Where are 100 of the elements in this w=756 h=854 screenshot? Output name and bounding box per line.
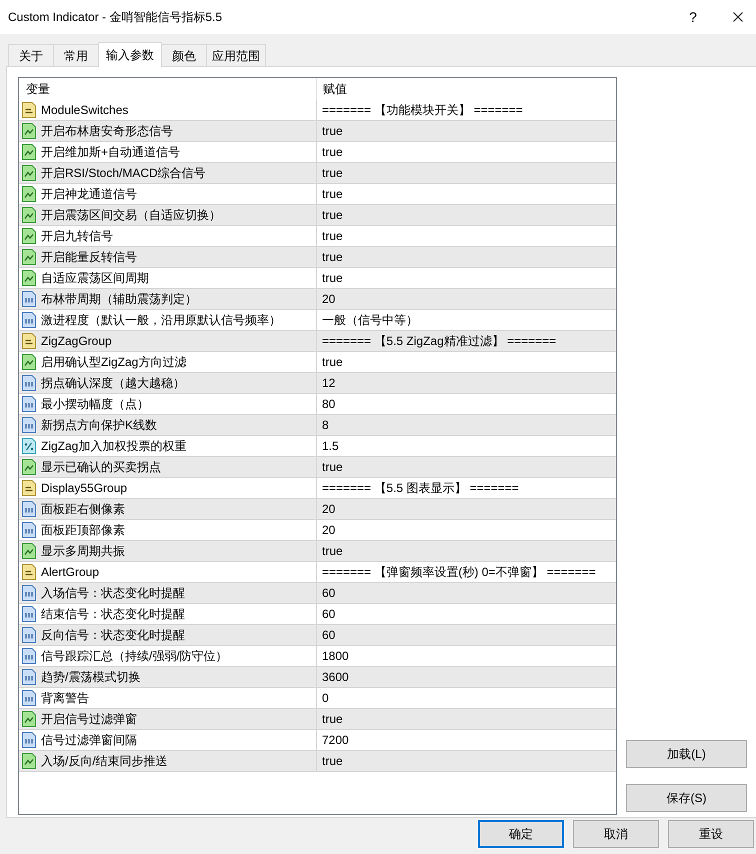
window-title: Custom Indicator - 金哨智能信号指标5.5 <box>7 9 222 26</box>
parameter-value: true <box>322 228 343 245</box>
parameter-row[interactable]: ZigZagGroup ======= 【5.5 ZigZag精准过滤】 ======= <box>19 331 616 352</box>
parameter-value: true <box>322 207 343 224</box>
parameter-name: 最小摆动幅度（点） <box>41 396 149 413</box>
parameter-row[interactable]: 布林带周期（辅助震荡判定） 20 <box>19 289 616 310</box>
parameter-name: 面板距顶部像素 <box>41 522 125 539</box>
parameter-row[interactable]: 结束信号：状态变化时提醒 60 <box>19 604 616 625</box>
save-button[interactable]: 保存(S) <box>626 784 747 812</box>
number-type-icon <box>22 627 36 643</box>
parameter-row[interactable]: ZigZag加入加权投票的权重 1.5 <box>19 436 616 457</box>
text-type-icon <box>22 480 36 496</box>
parameter-row[interactable]: Display55Group ======= 【5.5 图表显示】 ======= <box>19 478 616 499</box>
parameter-value: 80 <box>322 396 336 413</box>
parameter-name: 开启布林唐安奇形态信号 <box>41 123 173 140</box>
parameter-row[interactable]: 入场信号：状态变化时提醒 60 <box>19 583 616 604</box>
text-type-icon <box>22 564 36 580</box>
parameter-value: 60 <box>322 606 336 623</box>
chart-icon <box>22 207 36 223</box>
parameter-row[interactable]: ModuleSwitches ======= 【功能模块开关】 ======= <box>19 100 616 121</box>
chart-icon <box>22 249 36 265</box>
parameter-value: 一般（信号中等） <box>322 312 418 329</box>
parameter-row[interactable]: 入场/反向/结束同步推送 true <box>19 751 616 772</box>
parameter-name: 结束信号：状态变化时提醒 <box>41 606 185 623</box>
parameter-row[interactable]: 最小摆动幅度（点） 80 <box>19 394 616 415</box>
parameter-name: 面板距右侧像素 <box>41 501 125 518</box>
parameter-row[interactable]: 信号过滤弹窗间隔 7200 <box>19 730 616 751</box>
parameter-name: 拐点确认深度（越大越稳） <box>41 375 185 392</box>
number-type-icon <box>22 375 36 391</box>
parameter-row[interactable]: 开启九转信号 true <box>19 226 616 247</box>
tab[interactable]: 应用范围 <box>206 44 266 66</box>
help-button[interactable]: ? <box>678 0 708 34</box>
parameter-value: 60 <box>322 627 336 644</box>
parameter-row[interactable]: 信号跟踪汇总（持续/强弱/防守位） 1800 <box>19 646 616 667</box>
number-type-icon <box>22 501 36 517</box>
parameter-value: true <box>322 753 343 770</box>
parameter-row[interactable]: 显示多周期共振 true <box>19 541 616 562</box>
parameter-name: 趋势/震荡模式切换 <box>41 669 140 686</box>
parameter-name: AlertGroup <box>41 564 100 581</box>
chart-icon <box>22 165 36 181</box>
parameter-row[interactable]: AlertGroup ======= 【弹窗频率设置(秒) 0=不弹窗】 ======= <box>19 562 616 583</box>
parameter-row[interactable]: 反向信号：状态变化时提醒 60 <box>19 625 616 646</box>
column-header: 变量 <box>26 81 50 98</box>
ok-button[interactable]: 确定 <box>478 820 564 848</box>
parameter-value: true <box>322 144 343 161</box>
parameter-row[interactable]: 新拐点方向保护K线数 8 <box>19 415 616 436</box>
text-type-icon <box>22 333 36 349</box>
parameter-row[interactable]: 背离警告 0 <box>19 688 616 709</box>
parameter-value: 0 <box>322 690 329 707</box>
parameter-name: 新拐点方向保护K线数 <box>41 417 158 434</box>
parameter-name: 开启神龙通道信号 <box>41 186 137 203</box>
text-type-icon <box>22 102 36 118</box>
parameter-row[interactable]: 开启能量反转信号 true <box>19 247 616 268</box>
chart-icon <box>22 543 36 559</box>
parameter-row[interactable]: 显示已确认的买卖拐点 true <box>19 457 616 478</box>
parameter-value: 60 <box>322 585 336 602</box>
parameter-value: true <box>322 186 343 203</box>
parameter-row[interactable]: 开启维加斯+自动通道信号 true <box>19 142 616 163</box>
cancel-button[interactable]: 取消 <box>573 820 659 848</box>
parameter-name: 开启九转信号 <box>41 228 113 245</box>
parameter-row[interactable]: 启用确认型ZigZag方向过滤 true <box>19 352 616 373</box>
parameter-name: ModuleSwitches <box>41 102 128 119</box>
parameter-name: 反向信号：状态变化时提醒 <box>41 627 185 644</box>
parameter-name: ZigZagGroup <box>41 333 112 350</box>
parameter-row[interactable]: 激进程度（默认一般，沿用原默认信号频率） 一般（信号中等） <box>19 310 616 331</box>
parameter-row[interactable]: 面板距顶部像素 20 <box>19 520 616 541</box>
parameter-row[interactable]: 拐点确认深度（越大越稳） 12 <box>19 373 616 394</box>
parameter-row[interactable]: 开启布林唐安奇形态信号 true <box>19 121 616 142</box>
parameter-value: ======= 【功能模块开关】 ======= <box>322 102 523 119</box>
parameter-value: 20 <box>322 522 336 539</box>
tab[interactable]: 输入参数 <box>98 42 162 67</box>
parameter-row[interactable]: 面板距右侧像素 20 <box>19 499 616 520</box>
parameter-row[interactable]: 开启信号过滤弹窗 true <box>19 709 616 730</box>
tab[interactable]: 关于 <box>8 44 54 66</box>
parameter-value: 7200 <box>322 732 349 749</box>
chart-icon <box>22 459 36 475</box>
close-icon <box>733 12 743 22</box>
parameter-name: 显示已确认的买卖拐点 <box>41 459 161 476</box>
number-type-icon <box>22 522 36 538</box>
reset-button[interactable]: 重设 <box>668 820 754 848</box>
parameter-value: ======= 【弹窗频率设置(秒) 0=不弹窗】 ======= <box>322 564 596 581</box>
number-type-icon <box>22 606 36 622</box>
number-type-icon <box>22 648 36 664</box>
parameter-row[interactable]: 自适应震荡区间周期 true <box>19 268 616 289</box>
parameter-row[interactable]: 开启神龙通道信号 true <box>19 184 616 205</box>
parameter-name: 显示多周期共振 <box>41 543 125 560</box>
parameter-name: 入场信号：状态变化时提醒 <box>41 585 185 602</box>
parameter-row[interactable]: 开启RSI/Stoch/MACD综合信号 true <box>19 163 616 184</box>
parameter-value: 1.5 <box>322 438 339 455</box>
parameter-row[interactable]: 开启震荡区间交易（自适应切换） true <box>19 205 616 226</box>
parameter-name: 激进程度（默认一般，沿用原默认信号频率） <box>41 312 281 329</box>
parameter-name: 入场/反向/结束同步推送 <box>41 753 168 770</box>
parameter-value: true <box>322 711 343 728</box>
parameter-value: true <box>322 165 343 182</box>
load-button[interactable]: 加载(L) <box>626 740 747 768</box>
parameter-name: ZigZag加入加权投票的权重 <box>41 438 186 455</box>
parameter-name: 开启能量反转信号 <box>41 249 137 266</box>
parameter-row[interactable]: 趋势/震荡模式切换 3600 <box>19 667 616 688</box>
parameter-value: true <box>322 543 343 560</box>
parameter-value: 3600 <box>322 669 349 686</box>
